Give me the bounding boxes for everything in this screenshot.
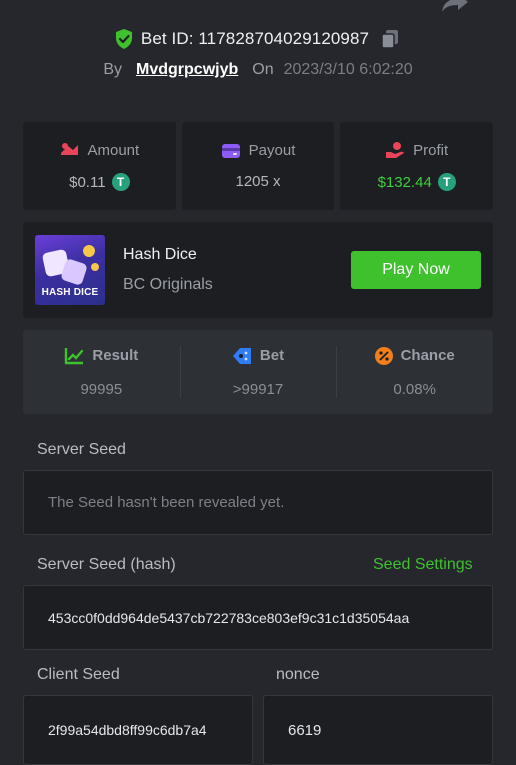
server-seed-hash-field[interactable]: 453cc0f0dd964de5437cb722783ce803ef9c31c1… [23,585,493,650]
game-provider: BC Originals [123,276,213,293]
bet-meta-row: By Mvdgrpcwjyb On 2023/3/10 6:02:20 [0,58,516,82]
profit-value: $132.44 [377,173,432,191]
game-card: HASH DICE Hash Dice BC Originals Play No… [23,222,493,318]
by-label: By [103,61,123,78]
result-column: Result 99995 [23,330,180,414]
chance-label: Chance [400,347,455,364]
verified-shield-icon [115,29,132,49]
result-value: 99995 [80,380,123,398]
server-seed-hash-label: Server Seed (hash) [37,556,176,573]
bet-value: >99917 [232,380,284,398]
on-label: On [252,61,274,78]
thumbnail-label: HASH DICE [41,287,99,298]
client-seed-label: Client Seed [37,666,120,683]
share-icon[interactable] [440,0,470,14]
payout-card: Payout 1205 x [181,122,335,210]
wallet-icon [221,143,240,158]
bet-column: Bet >99917 [179,330,337,414]
nonce-label: nonce [276,666,320,683]
bet-tag-icon [232,347,251,364]
result-panel: Result 99995 Bet >99917 Chance 0.08% [23,330,493,414]
amount-icon [61,143,79,155]
bet-id-row: Bet ID: 117828704029120987 [0,27,516,51]
profit-icon [386,142,405,158]
amount-card: Amount $0.11 T [23,122,176,210]
seed-settings-link[interactable]: Seed Settings [373,556,473,574]
profit-label: Profit [413,141,449,159]
bet-id: Bet ID: 117828704029120987 [140,29,370,48]
copy-icon[interactable] [379,28,401,50]
bet-date: 2023/3/10 6:02:20 [283,61,413,78]
result-label: Result [92,347,139,364]
usdt-coin-icon: T [111,173,130,191]
username-link[interactable]: Mvdgrpcwjyb [136,61,238,79]
nonce-field[interactable]: 6619 [263,695,493,765]
chance-column: Chance 0.08% [336,330,493,414]
payout-label: Payout [248,142,296,159]
profit-card: Profit $132.44 T [340,122,494,210]
percent-icon [374,346,393,365]
amount-label: Amount [87,141,140,159]
game-title: Hash Dice [123,246,197,263]
bet-label: Bet [259,347,285,364]
amount-value: $0.11 [69,173,106,191]
server-seed-label: Server Seed [37,441,126,458]
chance-value: 0.08% [393,380,436,398]
play-now-button[interactable]: Play Now [351,251,481,289]
client-seed-field[interactable]: 2f99a54dbd8ff99c6db7a4 [23,695,253,765]
server-seed-field[interactable]: The Seed hasn't been revealed yet. [23,470,493,535]
payout-value: 1205 x [235,173,281,190]
bet-stats: Amount $0.11 T Payout 1205 x Profit $132… [23,122,494,210]
usdt-coin-icon: T [437,173,456,191]
hash-dice-thumbnail[interactable]: HASH DICE [35,235,105,305]
result-chart-icon [65,347,84,364]
